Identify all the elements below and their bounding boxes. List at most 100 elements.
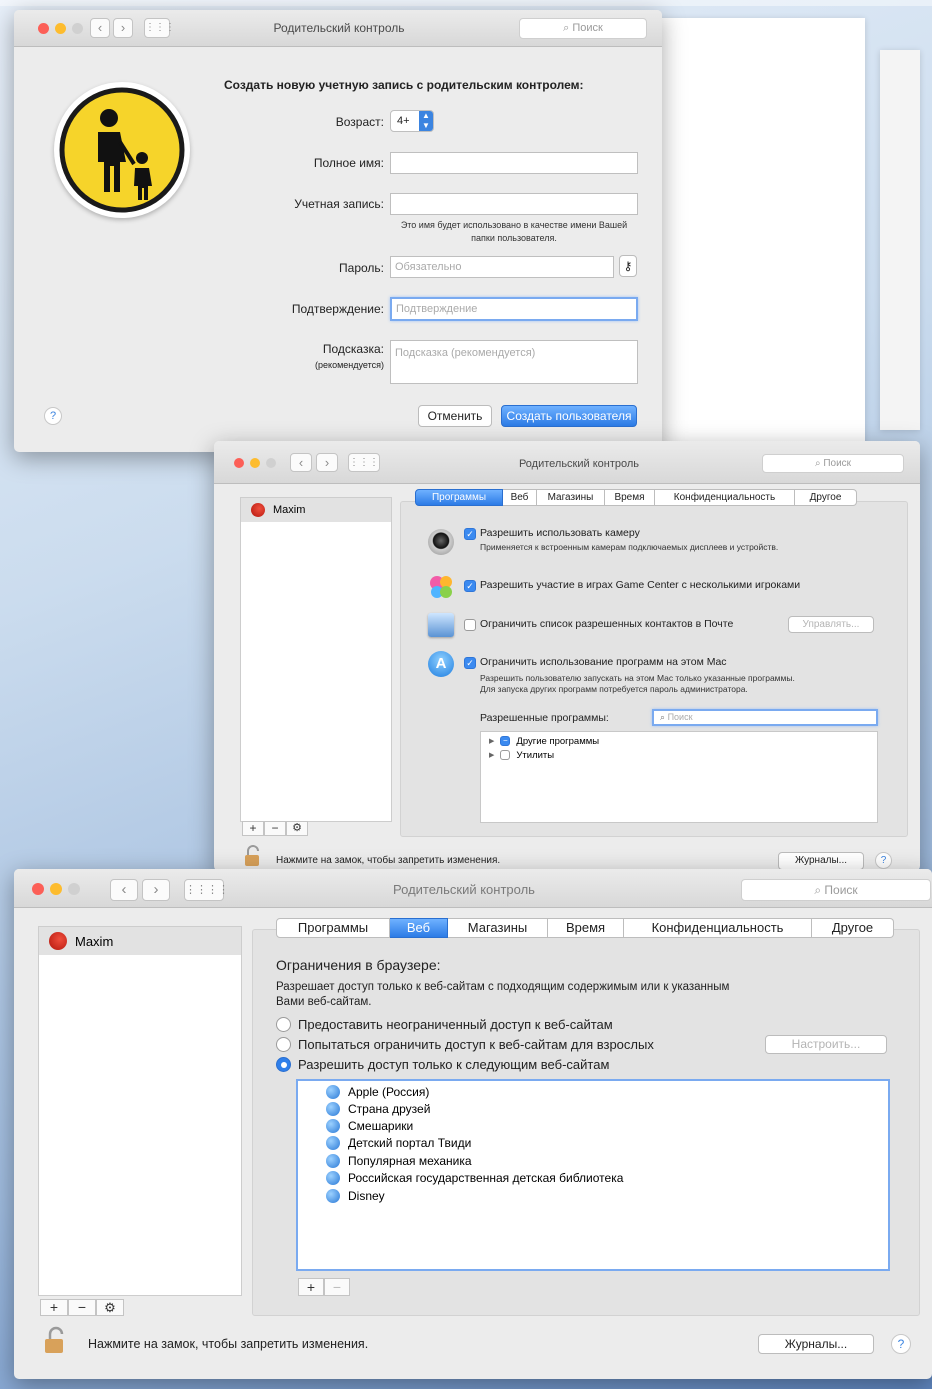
search-field[interactable]: ⌕ Поиск (762, 454, 904, 473)
account-field[interactable] (390, 193, 638, 215)
hint-label: Подсказка: (рекомендуется) (254, 342, 384, 373)
tab-privacy[interactable]: Конфиденциальность (655, 489, 795, 506)
add-user-button[interactable]: + (242, 821, 264, 836)
list-item[interactable]: Российская государственная детская библи… (298, 1169, 888, 1186)
tab-time[interactable]: Время (605, 489, 655, 506)
logs-button[interactable]: Журналы... (758, 1334, 874, 1354)
hint-field[interactable]: Подсказка (рекомендуется) (390, 340, 638, 384)
gear-icon[interactable]: ⚙ (286, 821, 308, 836)
allowed-apps-label: Разрешенные программы: (480, 712, 609, 724)
tab-stores[interactable]: Магазины (537, 489, 605, 506)
window-title: Родительский контроль (518, 458, 640, 470)
fullname-field[interactable] (390, 152, 638, 174)
radio-limit-adult[interactable] (276, 1037, 291, 1052)
search-field[interactable]: ⌕ Поиск (741, 879, 931, 901)
popup-arrows-icon: ▲ ▼ (419, 111, 433, 131)
allowed-sites-list: Apple (Россия) Страна друзей Смешарики Д… (296, 1079, 890, 1271)
list-item[interactable]: ▶ − Другие программы (481, 734, 877, 748)
minimize-button[interactable] (250, 458, 260, 468)
tab-apps[interactable]: Программы (276, 918, 390, 938)
list-item[interactable]: Детский портал Твиди (298, 1134, 888, 1151)
password-field[interactable]: Обязательно (390, 256, 614, 278)
radio-unrestricted[interactable] (276, 1017, 291, 1032)
app-group-checkbox[interactable]: − (500, 736, 511, 746)
remove-user-button[interactable]: − (68, 1299, 96, 1316)
list-item[interactable]: Смешарики (298, 1117, 888, 1134)
show-all-button[interactable]: ⋮⋮⋮ (144, 18, 175, 38)
add-site-button[interactable]: + (298, 1278, 324, 1296)
game-center-checkbox[interactable]: ✓ (464, 580, 476, 592)
help-button[interactable]: ? (44, 407, 62, 425)
globe-icon (326, 1101, 340, 1116)
gear-icon[interactable]: ⚙ (96, 1299, 124, 1316)
background-paper (880, 50, 920, 430)
show-all-button[interactable]: ⋮⋮⋮⋮ (184, 879, 229, 901)
confirm-field[interactable]: Подтверждение (390, 297, 638, 321)
manage-button[interactable]: Управлять... (788, 616, 874, 633)
password-assistant-button[interactable]: ⚷ (619, 255, 637, 277)
forward-button[interactable]: › (142, 879, 170, 901)
minimize-button[interactable] (50, 883, 62, 895)
help-button[interactable]: ? (875, 852, 892, 869)
limit-apps-label: Ограничить использование программ на это… (480, 656, 727, 668)
back-button[interactable]: ‹ (290, 453, 312, 472)
help-button[interactable]: ? (891, 1334, 911, 1354)
minimize-button[interactable] (55, 23, 66, 34)
create-user-button[interactable]: Создать пользователя (501, 405, 637, 427)
zoom-button (266, 458, 276, 468)
tab-other[interactable]: Другое (812, 918, 894, 938)
sidebar-item-maxim[interactable]: Maxim (241, 498, 391, 522)
limit-apps-checkbox[interactable]: ✓ (464, 657, 476, 669)
close-button[interactable] (32, 883, 44, 895)
grid-icon: ⋮⋮⋮ (349, 457, 379, 468)
globe-icon (326, 1170, 340, 1185)
lock-icon[interactable] (244, 845, 262, 871)
remove-site-button[interactable]: − (324, 1278, 350, 1296)
configure-button[interactable]: Настроить... (765, 1035, 887, 1054)
add-user-button[interactable]: + (40, 1299, 68, 1316)
lock-icon[interactable] (44, 1326, 68, 1359)
tab-stores[interactable]: Магазины (448, 918, 548, 938)
tab-bar: Программы Веб Магазины Время Конфиденциа… (276, 918, 894, 938)
camera-checkbox[interactable]: ✓ (464, 528, 476, 540)
close-button[interactable] (38, 23, 49, 34)
tab-other[interactable]: Другое (795, 489, 857, 506)
remove-user-button[interactable]: − (264, 821, 286, 836)
disclosure-triangle-icon[interactable]: ▶ (489, 737, 494, 745)
age-select[interactable]: 4+ ▲ ▼ (390, 110, 434, 132)
mail-checkbox[interactable] (464, 619, 476, 631)
sidebar-item-maxim[interactable]: Maxim (39, 927, 241, 955)
list-item[interactable]: Apple (Россия) (298, 1083, 888, 1100)
tab-privacy[interactable]: Конфиденциальность (624, 918, 812, 938)
allowed-apps-search[interactable]: ⌕ Поиск (652, 709, 878, 726)
back-button[interactable]: ‹ (90, 18, 110, 38)
show-all-button[interactable]: ⋮⋮⋮ (348, 453, 380, 472)
disclosure-triangle-icon[interactable]: ▶ (489, 751, 494, 759)
search-placeholder: Поиск (824, 883, 858, 897)
cancel-button[interactable]: Отменить (418, 405, 492, 427)
globe-icon (326, 1188, 340, 1203)
limit-apps-sub1: Разрешить пользователю запускать на этом… (480, 673, 795, 683)
list-item[interactable]: ▶ Утилиты (481, 748, 877, 762)
logs-button[interactable]: Журналы... (778, 852, 864, 870)
list-item[interactable]: Disney (298, 1187, 888, 1204)
radio-allow-only[interactable] (276, 1057, 291, 1072)
search-field[interactable]: ⌕ Поиск (519, 18, 647, 39)
forward-button[interactable]: › (113, 18, 133, 38)
tab-time[interactable]: Время (548, 918, 624, 938)
password-placeholder: Обязательно (395, 261, 462, 273)
tab-web[interactable]: Веб (390, 918, 448, 938)
forward-button[interactable]: › (316, 453, 338, 472)
tab-apps[interactable]: Программы (415, 489, 503, 506)
app-group-label: Утилиты (516, 749, 555, 761)
chevron-left-icon: ‹ (298, 455, 304, 470)
close-button[interactable] (234, 458, 244, 468)
app-group-checkbox[interactable] (500, 750, 511, 760)
radio-unrestricted-label: Предоставить неограниченный доступ к веб… (298, 1017, 613, 1032)
list-item[interactable]: Популярная механика (298, 1152, 888, 1169)
tab-web[interactable]: Веб (503, 489, 537, 506)
list-item[interactable]: Страна друзей (298, 1100, 888, 1117)
form-heading: Создать новую учетную запись с родительс… (224, 78, 584, 92)
titlebar: ‹ › ⋮⋮⋮ Родительский контроль ⌕ Поиск (14, 10, 662, 47)
back-button[interactable]: ‹ (110, 879, 138, 901)
